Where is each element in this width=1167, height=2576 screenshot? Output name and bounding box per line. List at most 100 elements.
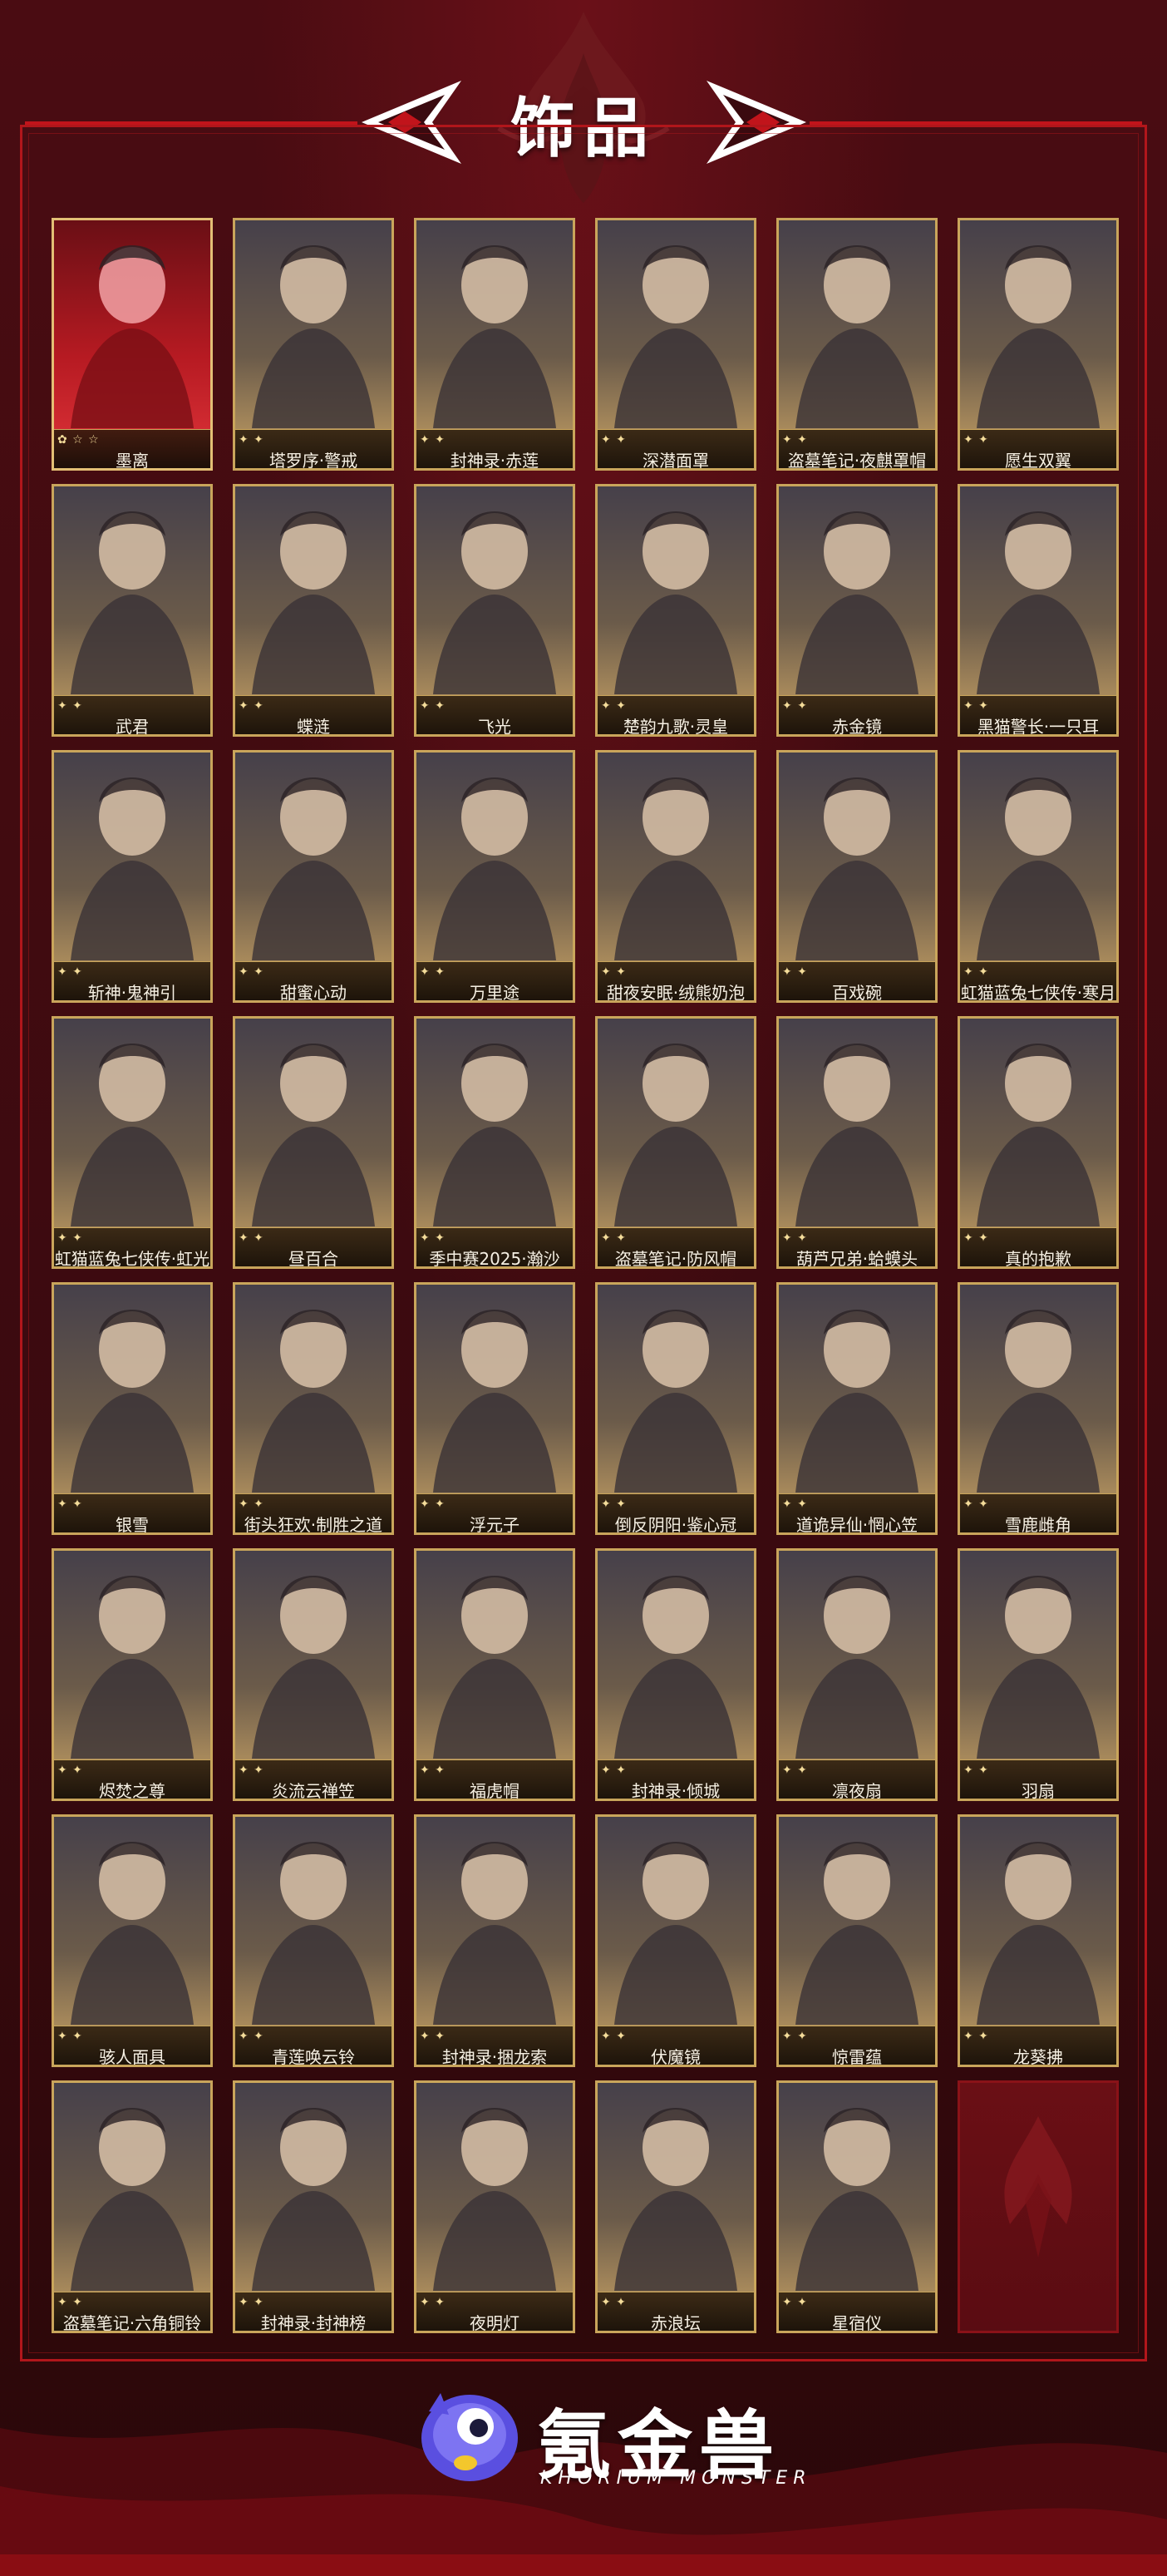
rank-icon: ✦ ✦: [601, 699, 627, 713]
item-label-bar: ✿ ☆ ☆ 墨离: [54, 429, 210, 468]
item-name: 夜明灯: [470, 2313, 519, 2333]
item-portrait-icon: [977, 777, 1100, 960]
rank-icon: ✦ ✦: [239, 965, 264, 979]
rank-icon: ✦ ✦: [420, 699, 446, 713]
rank-icon: ✦ ✦: [782, 2296, 808, 2309]
item-card[interactable]: ✦ ✦ 浮元子: [414, 1282, 575, 1535]
item-portrait-icon: [614, 245, 737, 428]
item-card[interactable]: ✦ ✦ 青莲唤云铃: [233, 1814, 394, 2067]
item-card[interactable]: ✦ ✦ 蝶涟: [233, 484, 394, 737]
item-portrait-icon: [252, 245, 375, 428]
item-card[interactable]: ✦ ✦ 虹猫蓝兔七侠传·虹光: [52, 1016, 213, 1269]
item-card[interactable]: ✦ ✦ 星宿仪: [776, 2080, 938, 2333]
item-card[interactable]: ✦ ✦ 甜夜安眠·绒熊奶泡: [595, 750, 756, 1003]
item-card[interactable]: ✦ ✦ 甜蜜心动: [233, 750, 394, 1003]
item-name: 虹猫蓝兔七侠传·虹光: [54, 1249, 210, 1269]
item-label-bar: ✦ ✦ 季中赛2025·瀚沙: [416, 1227, 573, 1266]
item-card[interactable]: ✿ ☆ ☆ 墨离: [52, 218, 213, 471]
item-card[interactable]: ✦ ✦ 盗墓笔记·防风帽: [595, 1016, 756, 1269]
rank-icon: ✦ ✦: [782, 1231, 808, 1245]
item-card[interactable]: ✦ ✦ 斩神·鬼神引: [52, 750, 213, 1003]
item-card[interactable]: ✦ ✦ 夜明灯: [414, 2080, 575, 2333]
item-card[interactable]: ✦ ✦ 葫芦兄弟·蛤蟆头: [776, 1016, 938, 1269]
item-card[interactable]: ✦ ✦ 楚韵九歌·灵皇: [595, 484, 756, 737]
item-portrait-icon: [71, 1842, 194, 2025]
rank-icon: ✦ ✦: [420, 2030, 446, 2043]
item-card[interactable]: ✦ ✦ 银雪: [52, 1282, 213, 1535]
item-name: 封神录·捆龙索: [441, 2047, 548, 2067]
item-name: 昼百合: [288, 1249, 338, 1269]
item-card[interactable]: ✦ ✦ 盗墓笔记·六角铜铃: [52, 2080, 213, 2333]
item-name: 惊雷蕴: [832, 2047, 882, 2067]
item-card[interactable]: ✦ ✦ 塔罗序·警戒: [233, 218, 394, 471]
item-card[interactable]: ✦ ✦ 封神录·倾城: [595, 1548, 756, 1801]
item-portrait-icon: [977, 1044, 1100, 1226]
item-card[interactable]: ✦ ✦ 武君: [52, 484, 213, 737]
item-card[interactable]: ✦ ✦ 骇人面具: [52, 1814, 213, 2067]
item-card[interactable]: ✦ ✦ 黑猫警长·一只耳: [958, 484, 1119, 737]
rank-icon: ✦ ✦: [239, 2030, 264, 2043]
item-card[interactable]: ✦ ✦ 封神录·封神榜: [233, 2080, 394, 2333]
rank-icon: ✦ ✦: [239, 1498, 264, 1511]
item-card[interactable]: ✦ ✦ 百戏碗: [776, 750, 938, 1003]
item-name: 赤金镜: [832, 717, 882, 737]
item-label-bar: ✦ ✦ 塔罗序·警戒: [235, 429, 391, 468]
item-label-bar: ✦ ✦ 黑猫警长·一只耳: [960, 695, 1116, 734]
item-name: 盗墓笔记·防风帽: [614, 1249, 737, 1269]
item-card[interactable]: ✦ ✦ 雪鹿雌角: [958, 1282, 1119, 1535]
item-card[interactable]: ✦ ✦ 愿生双翼: [958, 218, 1119, 471]
item-card[interactable]: ✦ ✦ 昼百合: [233, 1016, 394, 1269]
item-name: 百戏碗: [832, 983, 882, 1003]
item-card[interactable]: ✦ ✦ 烬焚之尊: [52, 1548, 213, 1801]
item-portrait-icon: [795, 1576, 918, 1759]
rank-icon: ✦ ✦: [601, 2296, 627, 2309]
item-label-bar: ✦ ✦ 赤金镜: [779, 695, 935, 734]
item-card[interactable]: ✦ ✦ 虹猫蓝兔七侠传·寒月: [958, 750, 1119, 1003]
rank-icon: ✦ ✦: [963, 1498, 989, 1511]
item-card[interactable]: ✦ ✦ 赤浪坛: [595, 2080, 756, 2333]
rank-icon: ✦ ✦: [782, 1498, 808, 1511]
rank-icon: ✦ ✦: [57, 2030, 83, 2043]
rank-icon: ✦ ✦: [57, 1231, 83, 1245]
item-portrait-icon: [614, 1044, 737, 1226]
item-label-bar: ✦ ✦ 飞光: [416, 695, 573, 734]
item-portrait-icon: [795, 2108, 918, 2291]
item-card[interactable]: ✦ ✦ 季中赛2025·瀚沙: [414, 1016, 575, 1269]
rank-icon: ✦ ✦: [963, 2030, 989, 2043]
item-name: 封神录·封神榜: [260, 2313, 367, 2333]
item-portrait-icon: [71, 1310, 194, 1493]
item-label-bar: ✦ ✦ 蝶涟: [235, 695, 391, 734]
item-card[interactable]: ✦ ✦ 飞光: [414, 484, 575, 737]
item-card[interactable]: ✦ ✦ 封神录·捆龙索: [414, 1814, 575, 2067]
item-card[interactable]: ✦ ✦ 赤金镜: [776, 484, 938, 737]
item-label-bar: ✦ ✦ 楚韵九歌·灵皇: [598, 695, 754, 734]
item-portrait-icon: [71, 777, 194, 960]
item-card[interactable]: ✦ ✦ 炎流云禅笠: [233, 1548, 394, 1801]
item-card[interactable]: ✦ ✦ 伏魔镜: [595, 1814, 756, 2067]
item-card[interactable]: ✦ ✦ 街头狂欢·制胜之道: [233, 1282, 394, 1535]
item-card[interactable]: ✦ ✦ 龙葵拂: [958, 1814, 1119, 2067]
item-card[interactable]: ✦ ✦ 倒反阴阳·鉴心冠: [595, 1282, 756, 1535]
item-name: 真的抱歉: [1005, 1249, 1071, 1269]
item-card[interactable]: ✦ ✦ 深潜面罩: [595, 218, 756, 471]
item-card[interactable]: ✦ ✦ 惊雷蕴: [776, 1814, 938, 2067]
item-name: 骇人面具: [99, 2047, 165, 2067]
item-card[interactable]: ✦ ✦ 封神录·赤莲: [414, 218, 575, 471]
item-card[interactable]: ✦ ✦ 羽扇: [958, 1548, 1119, 1801]
item-name: 福虎帽: [470, 1781, 519, 1801]
rank-icon: ✦ ✦: [420, 433, 446, 447]
item-card[interactable]: ✦ ✦ 道诡异仙·惘心笠: [776, 1282, 938, 1535]
rank-icon: ✦ ✦: [963, 965, 989, 979]
item-card[interactable]: ✦ ✦ 真的抱歉: [958, 1016, 1119, 1269]
item-label-bar: ✦ ✦ 夜明灯: [416, 2292, 573, 2331]
item-portrait-icon: [977, 511, 1100, 694]
rank-icon: ✦ ✦: [963, 1231, 989, 1245]
item-name: 楚韵九歌·灵皇: [623, 717, 729, 737]
item-card[interactable]: ✦ ✦ 盗墓笔记·夜麒罩帽: [776, 218, 938, 471]
rank-icon: ✦ ✦: [782, 699, 808, 713]
item-name: 雪鹿雌角: [1005, 1515, 1071, 1535]
item-card[interactable]: ✦ ✦ 福虎帽: [414, 1548, 575, 1801]
item-card[interactable]: ✦ ✦ 万里途: [414, 750, 575, 1003]
item-card[interactable]: ✦ ✦ 凛夜扇: [776, 1548, 938, 1801]
item-name: 伏魔镜: [651, 2047, 701, 2067]
